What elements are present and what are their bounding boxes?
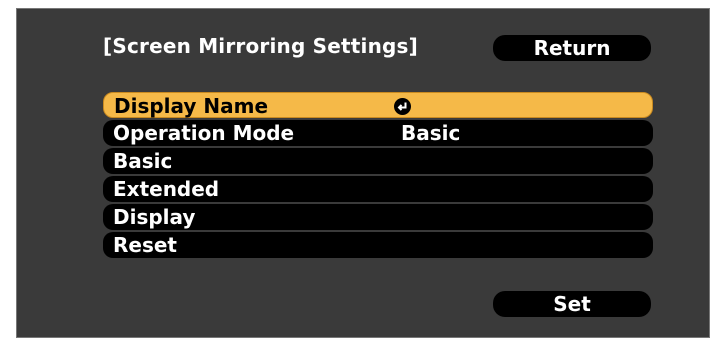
menu-item-label: Reset <box>113 233 177 257</box>
menu-item-display[interactable]: Display <box>103 204 653 230</box>
set-button[interactable]: Set <box>493 291 651 317</box>
menu-item-basic[interactable]: Basic <box>103 148 653 174</box>
menu-item-label: Display Name <box>114 94 269 118</box>
enter-icon <box>394 98 411 115</box>
menu-item-label: Display <box>113 205 196 229</box>
menu-item-extended[interactable]: Extended <box>103 176 653 202</box>
menu-item-label: Operation Mode <box>113 121 295 145</box>
menu-item-reset[interactable]: Reset <box>103 232 653 258</box>
menu-item-value: Basic <box>401 121 461 145</box>
page-title: [Screen Mirroring Settings] <box>103 34 418 58</box>
menu-item-label: Basic <box>113 149 173 173</box>
menu-item-operation-mode[interactable]: Operation Mode Basic <box>103 120 653 146</box>
settings-menu: Display Name Operation Mode Basic Basic … <box>103 92 653 260</box>
menu-item-label: Extended <box>113 177 220 201</box>
settings-panel: [Screen Mirroring Settings] Return Displ… <box>16 8 710 338</box>
return-button[interactable]: Return <box>493 35 651 61</box>
menu-item-display-name[interactable]: Display Name <box>103 92 653 118</box>
